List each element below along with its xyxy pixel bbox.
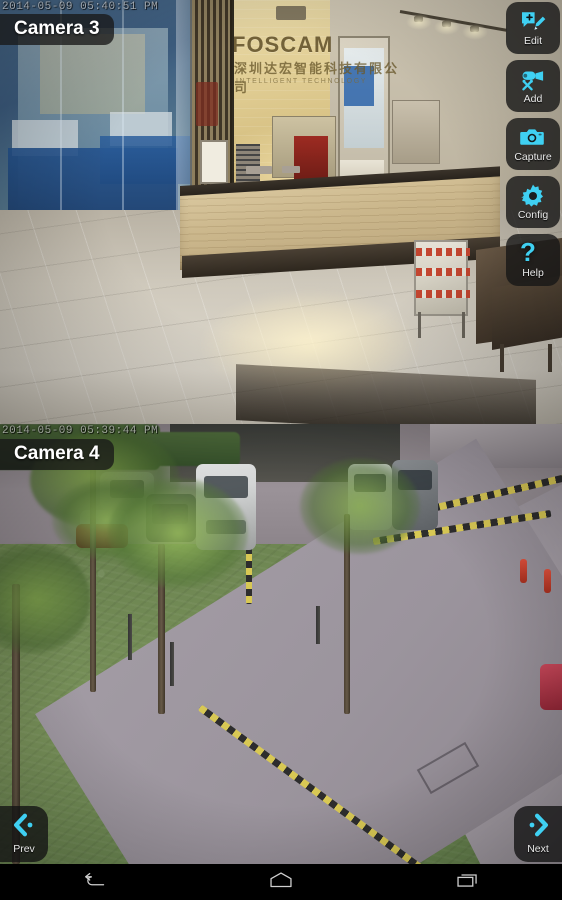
waiting-bench-seat <box>492 275 562 350</box>
next-camera-button[interactable]: Next <box>514 806 562 862</box>
capture-label: Capture <box>514 151 552 164</box>
camera-2-video <box>0 424 562 864</box>
recent-apps-icon <box>455 870 481 895</box>
question-mark-icon: ? <box>520 237 536 268</box>
cart-leg <box>462 312 465 338</box>
side-cabinet <box>392 100 440 164</box>
cart-shelf <box>416 290 470 298</box>
cart-leg <box>418 312 421 338</box>
wall-ac-unit <box>276 6 306 20</box>
home-button[interactable] <box>246 864 316 900</box>
edit-label: Edit <box>523 35 543 48</box>
track-light-glow <box>434 19 460 35</box>
camera-feed-1[interactable]: FOSCAM 深圳达宏智能科技有限公司 INTELLIGENT TECHNOLO… <box>0 0 562 424</box>
desk-item <box>282 166 300 173</box>
desk-red-object <box>294 136 328 180</box>
android-system-bar <box>0 864 562 900</box>
next-label: Next <box>527 843 549 856</box>
chevron-left-dot-icon <box>9 813 39 842</box>
help-label: Help <box>522 267 544 280</box>
red-bollard <box>520 559 527 583</box>
utility-cart <box>414 240 470 316</box>
bench-leg <box>548 344 552 372</box>
track-light-glow <box>462 24 488 40</box>
home-pentagon-icon <box>268 870 294 895</box>
cart-shelf <box>416 248 470 256</box>
add-camera-tools-icon <box>520 67 546 93</box>
slat-poster <box>196 82 218 126</box>
lawn-light <box>128 614 132 660</box>
camera-feed-2[interactable] <box>0 424 562 864</box>
wall-brand-tagline: INTELLIGENT TECHNOLOGY <box>236 78 368 85</box>
capture-button[interactable]: Capture <box>506 118 560 170</box>
prev-label: Prev <box>13 843 35 856</box>
cart-shelf <box>416 268 470 276</box>
add-button[interactable]: Add <box>506 60 560 112</box>
config-button[interactable]: Config <box>506 176 560 228</box>
office-back-wall <box>40 34 145 114</box>
desk-rack <box>236 144 260 184</box>
tree-canopy <box>300 458 420 554</box>
chevron-right-dot-icon <box>523 813 553 842</box>
back-button[interactable] <box>59 864 129 900</box>
add-label: Add <box>523 93 543 106</box>
desk-picture-frame <box>200 140 228 184</box>
camera-2-label: Camera 4 <box>0 439 114 470</box>
camera-1-label: Camera 3 <box>0 14 114 45</box>
prev-camera-button[interactable]: Prev <box>0 806 48 862</box>
bench-leg <box>500 344 504 372</box>
parked-car-red <box>540 664 562 710</box>
camera-shutter-icon <box>520 125 546 151</box>
lawn-light <box>170 642 174 686</box>
side-toolbar: Edit Add Capture Config ? Help <box>506 2 560 286</box>
tree-canopy <box>108 478 248 588</box>
edit-tag-pencil-icon <box>520 9 546 35</box>
edit-button[interactable]: Edit <box>506 2 560 54</box>
lawn-light <box>316 606 320 644</box>
gear-icon <box>520 183 546 209</box>
red-bollard <box>544 569 551 593</box>
wall-brand-text: FOSCAM <box>232 32 334 57</box>
wall-brand-chinese: 深圳达宏智能科技有限公司 <box>234 61 400 95</box>
back-arrow-icon <box>81 870 107 895</box>
config-label: Config <box>517 209 549 222</box>
camera-1-video: FOSCAM 深圳达宏智能科技有限公司 INTELLIGENT TECHNOLO… <box>0 0 562 424</box>
track-light-glow <box>406 14 432 30</box>
desk-item <box>246 166 272 174</box>
help-button[interactable]: ? Help <box>506 234 560 286</box>
camera-viewer-screen: FOSCAM 深圳达宏智能科技有限公司 INTELLIGENT TECHNOLO… <box>0 0 562 900</box>
recents-button[interactable] <box>433 864 503 900</box>
